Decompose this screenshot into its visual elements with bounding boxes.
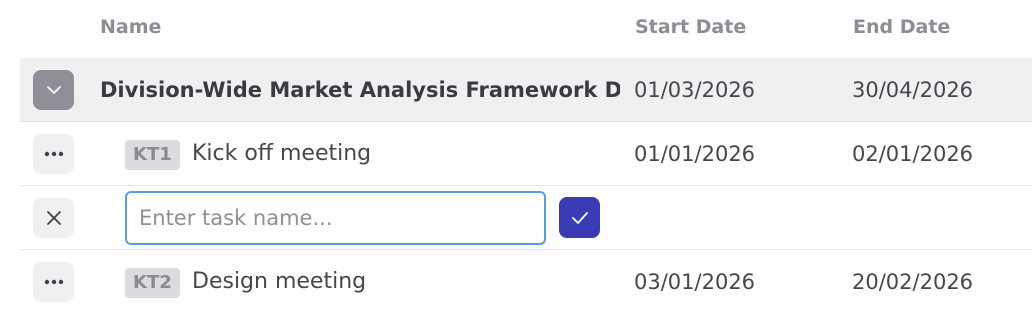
task-start-date[interactable]: 01/01/2026 [634, 122, 755, 186]
close-icon [46, 211, 61, 225]
task-tag: KT2 [125, 268, 180, 298]
task-end-date[interactable]: 02/01/2026 [852, 122, 973, 186]
chevron-down-icon [46, 86, 61, 94]
task-name[interactable]: Kick off meeting [192, 122, 371, 186]
task-row[interactable]: KT1 Kick off meeting 01/01/2026 02/01/20… [20, 122, 1032, 186]
collapse-group-button[interactable] [33, 70, 74, 110]
column-header-start-date[interactable]: Start Date [635, 16, 746, 38]
check-icon [571, 211, 588, 224]
task-start-date[interactable]: 03/01/2026 [634, 250, 755, 314]
more-horizontal-icon [44, 151, 63, 157]
task-row[interactable]: KT2 Design meeting 03/01/2026 20/02/2026 [20, 250, 1032, 314]
new-task-row [20, 186, 1032, 250]
confirm-new-task-button[interactable] [559, 197, 600, 238]
group-start-date: 01/03/2026 [634, 78, 756, 102]
group-row[interactable]: Division-Wide Market Analysis Framework … [20, 58, 1032, 122]
group-end-date: 30/04/2026 [852, 78, 974, 102]
task-name-input[interactable] [125, 191, 546, 245]
cancel-new-task-button[interactable] [33, 198, 74, 238]
task-name[interactable]: Design meeting [192, 250, 366, 314]
column-header-end-date[interactable]: End Date [853, 16, 950, 38]
task-end-date[interactable]: 20/02/2026 [852, 250, 973, 314]
table-header: Name Start Date End Date [0, 0, 1032, 58]
task-menu-button[interactable] [33, 134, 74, 174]
more-horizontal-icon [44, 279, 63, 285]
group-title: Division-Wide Market Analysis Framework … [100, 78, 620, 102]
column-header-name[interactable]: Name [100, 16, 161, 38]
task-menu-button[interactable] [33, 262, 74, 302]
task-tag: KT1 [125, 140, 180, 170]
